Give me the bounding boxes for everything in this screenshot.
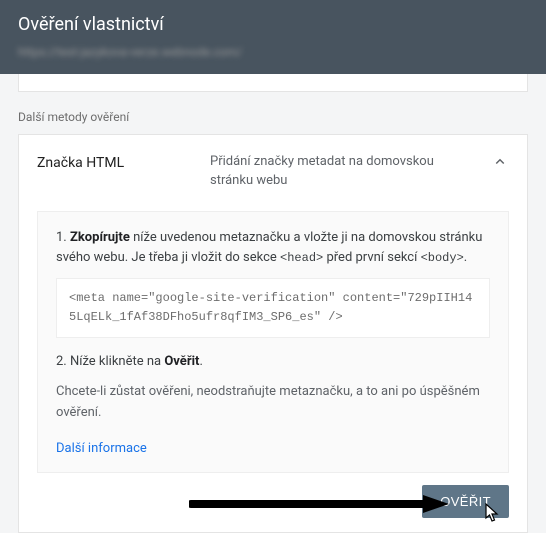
header-title: Ověření vlastnictví bbox=[18, 14, 528, 35]
accordion-description: Přidání značky metadat na domovskou strá… bbox=[210, 153, 465, 191]
html-tag-card: Značka HTML Přidání značky metadat na do… bbox=[18, 134, 528, 533]
step-1: 1. Zkopírujte níže uvedenou metaznačku a… bbox=[56, 228, 490, 268]
accordion-title: Značka HTML bbox=[37, 153, 192, 171]
meta-tag-code[interactable]: <meta name="google-site-verification" co… bbox=[56, 278, 490, 338]
accordion-header[interactable]: Značka HTML Přidání značky metadat na do… bbox=[19, 135, 527, 207]
card-footer: OVĚŘIT bbox=[19, 473, 527, 532]
previous-card-bottom bbox=[18, 74, 528, 92]
retain-note: Chcete-li zůstat ověřeni, neodstraňujte … bbox=[56, 382, 490, 422]
page-header: Ověření vlastnictví https://test-jazykov… bbox=[0, 0, 546, 74]
section-label: Další metody ověření bbox=[18, 110, 528, 124]
accordion-panel: 1. Zkopírujte níže uvedenou metaznačku a… bbox=[37, 211, 509, 473]
arrow-annotation bbox=[189, 493, 449, 515]
step-2: 2. Níže klikněte na Ověřit. bbox=[56, 352, 490, 372]
header-url: https://test-jazykova-verze.webnode.com/ bbox=[18, 45, 242, 59]
more-info-link[interactable]: Další informace bbox=[56, 441, 147, 456]
chevron-up-icon bbox=[491, 153, 509, 171]
cursor-icon bbox=[483, 503, 501, 525]
